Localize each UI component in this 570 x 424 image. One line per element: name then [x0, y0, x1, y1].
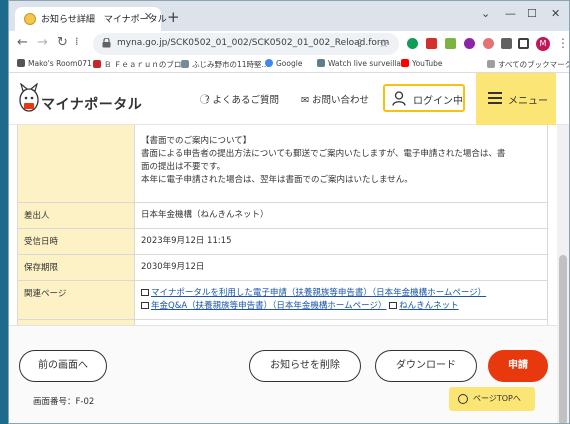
received-date-row: 受信日時 2023年9月12日 11:15: [18, 228, 547, 254]
row-label: [18, 125, 135, 202]
scroll-thumb[interactable]: [559, 255, 567, 423]
tab-search-icon[interactable]: ⌄: [481, 7, 490, 20]
related-link[interactable]: マイナポータルを利用した電子申請（扶養親族等申告書）（日本年金機構ホームページ）: [151, 288, 486, 298]
close-tab-icon[interactable]: ✕: [144, 10, 153, 23]
received-date-value: 2023年9月12日 11:15: [141, 236, 232, 246]
help-circle-icon: ?⃝: [205, 95, 213, 106]
retention-row: 保存期限 2030年9月12日: [18, 254, 547, 280]
page-top-button[interactable]: ページTOPへ: [449, 387, 535, 411]
retention-value: 2030年9月12日: [141, 262, 205, 272]
close-window-icon[interactable]: ✕: [551, 7, 560, 20]
folder-icon: [487, 60, 495, 68]
sender-row: 差出人 日本年金機構（ねんきんネット）: [18, 202, 547, 228]
external-link-icon: [141, 302, 149, 309]
row-label: 受信日時: [18, 229, 135, 254]
site-header: マイナポータル ?⃝ よくあるご質問 ✉ お問い合わせ ログイン中 メニュー: [9, 73, 569, 125]
bookmark-favicon-icon: [93, 60, 101, 68]
browser-tab[interactable]: お知らせ詳細 マイナポータル ✕: [15, 7, 167, 31]
related-pages-row: 関連ページ マイナポータルを利用した電子申請（扶養親族等申告書）（日本年金機構ホ…: [18, 280, 547, 319]
extension-icon[interactable]: [445, 38, 456, 49]
notice-body-text: 【書面でのご案内について】 書面による申告者の提出方法についても郵送でご案内いた…: [141, 136, 506, 185]
share-icon[interactable]: ⇪: [355, 37, 364, 50]
browser-toolbar: ← → ↻ ⁞ myna.go.jp/SCK0502_01_002/SCK050…: [9, 31, 569, 57]
bookmark-favicon-icon: [181, 60, 189, 68]
bookmarks-bar: Mako's Room071 Ｂ Ｆｅａｒｕｎのブロ... ふじみ野市の11時堅…: [9, 57, 569, 73]
extension-icon[interactable]: [426, 38, 437, 49]
reload-icon[interactable]: ↻: [57, 35, 68, 50]
extension-dots-icon[interactable]: ⁞: [75, 35, 79, 48]
login-label: ログイン中: [413, 96, 463, 107]
menu-button[interactable]: メニュー: [476, 73, 556, 125]
arrow-up-circle-icon: [458, 394, 468, 404]
bookmark-item[interactable]: Watch live surveilla...: [317, 59, 408, 68]
notice-detail-content: 【書面でのご案内について】 書面による申告者の提出方法についても郵送でご案内いた…: [9, 125, 569, 423]
related-link[interactable]: ねんきんネット: [399, 301, 459, 311]
apply-button[interactable]: 申請: [488, 350, 548, 382]
external-link-icon: [389, 302, 398, 309]
bookmark-item[interactable]: YouTube: [401, 59, 443, 68]
browser-window: お知らせ詳細 マイナポータル ✕ + ⌄ — ☐ ✕ ← → ↻ ⁞ myna.…: [8, 0, 570, 424]
row-label: 関連ページ: [18, 281, 135, 319]
bookmark-item[interactable]: Ｂ Ｆｅａｒｕｎのブロ...: [93, 59, 189, 70]
screen-number: 画面番号：F-02: [33, 397, 95, 407]
tab-strip: お知らせ詳細 マイナポータル ✕ + ⌄ — ☐ ✕: [9, 1, 569, 31]
row-label: 差出人: [18, 203, 135, 228]
bookmark-favicon-icon: [17, 59, 25, 67]
google-icon: [265, 59, 273, 67]
back-button[interactable]: 前の画面へ: [19, 350, 107, 382]
site-favicon-icon: [24, 13, 36, 25]
profile-avatar[interactable]: M: [536, 37, 550, 51]
related-link[interactable]: 年金Q&A（扶養親族等申告書）（日本年金機構ホームページ）: [151, 301, 386, 311]
faq-link[interactable]: ?⃝ よくあるご質問: [205, 92, 279, 106]
page-top-label: ページTOPへ: [473, 394, 521, 403]
row-label: 保存期限: [18, 255, 135, 280]
notice-detail-table: 【書面でのご案内について】 書面による申告者の提出方法についても郵送でご案内いた…: [17, 125, 548, 346]
page-scrollbar[interactable]: [557, 125, 569, 423]
extension-icon[interactable]: [407, 38, 418, 49]
bookmark-item[interactable]: ふじみ野市の11時堅...: [181, 59, 269, 70]
menu-label: メニュー: [508, 96, 548, 107]
mynaportal-logo-icon[interactable]: [18, 83, 40, 113]
bookmark-favicon-icon: [317, 59, 325, 67]
hamburger-icon: [488, 92, 502, 104]
more-menu-icon[interactable]: ⋮: [557, 36, 569, 50]
bookmark-item[interactable]: Mako's Room071: [17, 59, 92, 68]
extension-icon[interactable]: [483, 38, 494, 49]
all-bookmarks[interactable]: すべてのブックマーク: [487, 59, 569, 70]
minimize-icon[interactable]: —: [505, 7, 516, 20]
side-panel-icon[interactable]: [518, 38, 529, 49]
login-status-button[interactable]: ログイン中: [383, 84, 465, 112]
mail-icon: ✉: [301, 95, 312, 106]
back-arrow-icon[interactable]: ←: [17, 35, 28, 50]
maximize-icon[interactable]: ☐: [527, 7, 537, 20]
download-button[interactable]: ダウンロード: [375, 350, 477, 382]
extension-icon[interactable]: [464, 38, 475, 49]
notice-body-row: 【書面でのご案内について】 書面による申告者の提出方法についても郵送でご案内いた…: [18, 125, 547, 202]
related-links: マイナポータルを利用した電子申請（扶養親族等申告書）（日本年金機構ホームページ）…: [135, 281, 547, 319]
puzzle-icon[interactable]: [501, 38, 512, 49]
bookmark-star-icon[interactable]: ☆: [379, 37, 389, 50]
contact-link[interactable]: ✉ お問い合わせ: [301, 92, 369, 106]
lock-icon: [102, 38, 111, 48]
sender-value: 日本年金機構（ねんきんネット）: [141, 210, 269, 220]
bookmark-item[interactable]: Google: [265, 59, 302, 68]
forward-arrow-icon[interactable]: →: [37, 35, 48, 50]
new-tab-icon[interactable]: +: [167, 8, 180, 26]
action-footer: 前の画面へ お知らせを削除 ダウンロード 申請 画面番号：F-02 ページTOP…: [9, 325, 557, 423]
site-logo-text[interactable]: マイナポータル: [41, 94, 142, 114]
user-icon: [392, 91, 406, 106]
youtube-icon: [401, 59, 409, 67]
delete-notice-button[interactable]: お知らせを削除: [249, 350, 361, 382]
url-text: myna.go.jp/SCK0502_01_002/SCK0502_01_002…: [117, 38, 390, 48]
external-link-icon: [141, 289, 149, 296]
address-bar[interactable]: myna.go.jp/SCK0502_01_002/SCK0502_01_002…: [93, 33, 399, 55]
